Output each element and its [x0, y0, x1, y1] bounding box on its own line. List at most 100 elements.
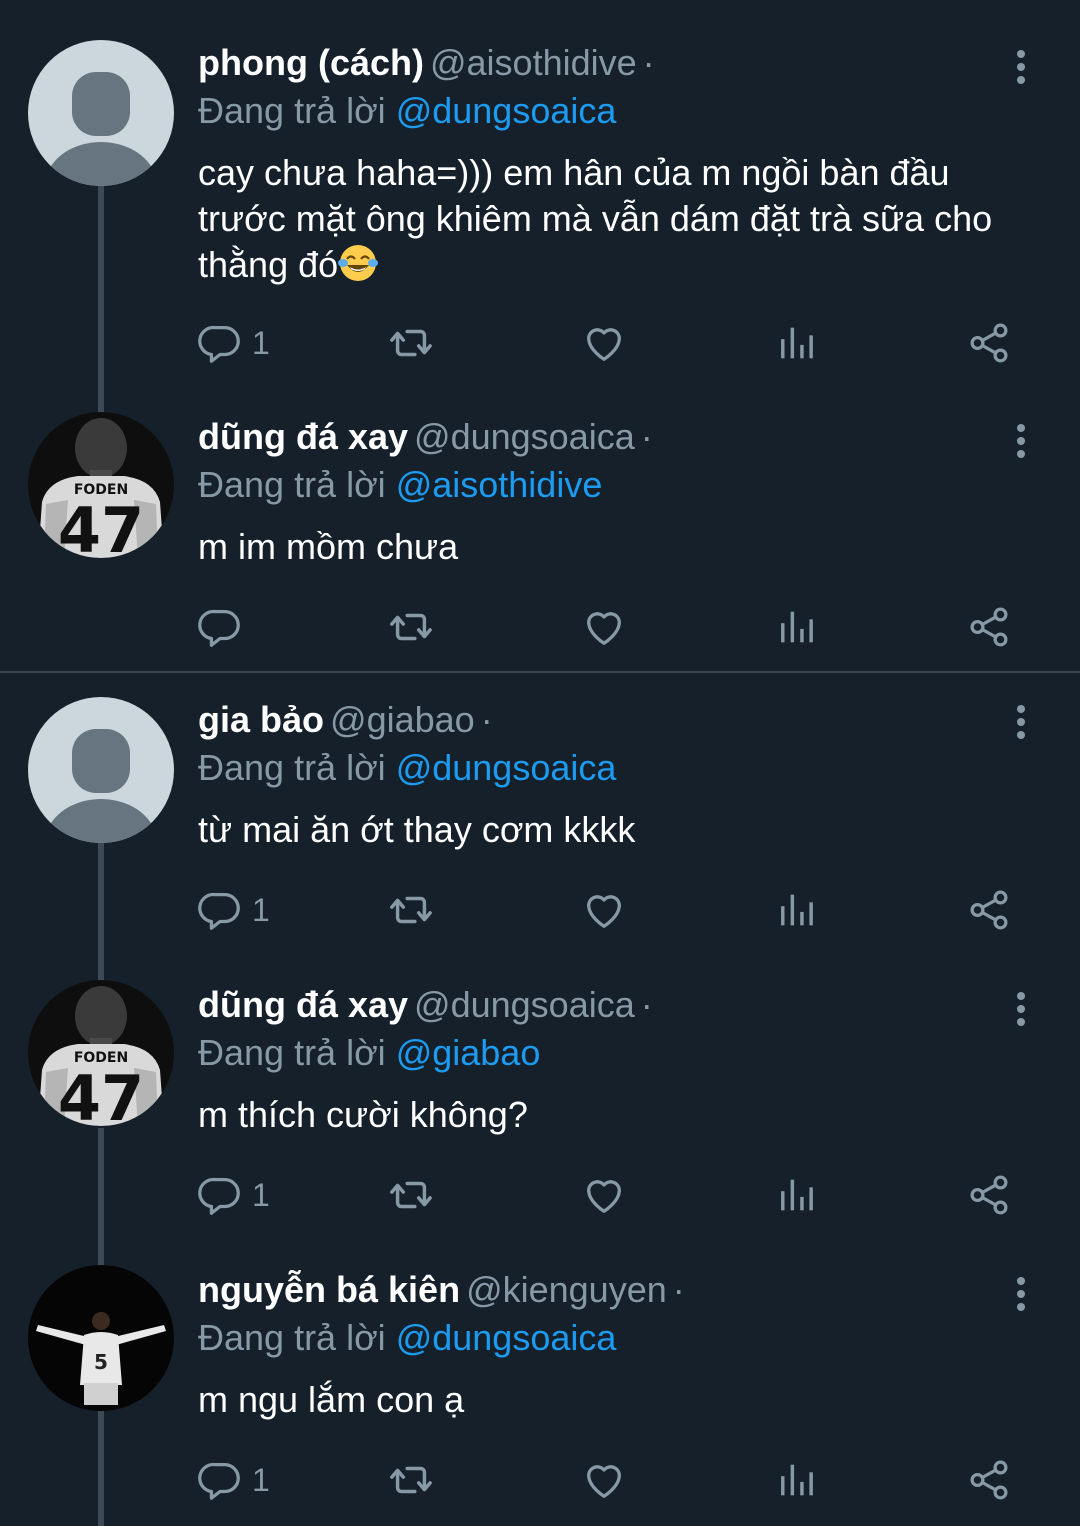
like-button[interactable] — [581, 602, 627, 652]
jersey-number: 47 — [58, 494, 144, 558]
like-icon — [581, 887, 627, 933]
user-handle[interactable]: @giabao — [330, 699, 475, 740]
reply-icon — [198, 320, 244, 366]
avatar-default[interactable] — [28, 40, 174, 186]
retweet-button[interactable] — [388, 318, 434, 368]
tweet-text: m thích cười không? — [198, 1094, 528, 1135]
share-icon — [966, 887, 1012, 933]
mention-link[interactable]: @giabao — [396, 1032, 541, 1073]
like-icon — [581, 604, 627, 650]
avatar-jersey[interactable]: FODEN 47 — [28, 980, 174, 1126]
user-handle[interactable]: @dungsoaica — [414, 416, 635, 457]
retweet-icon — [388, 1457, 434, 1503]
views-button[interactable] — [773, 1455, 819, 1505]
retweet-icon — [388, 1172, 434, 1218]
like-icon — [581, 1172, 627, 1218]
thread-line — [98, 1411, 104, 1526]
like-button[interactable] — [581, 1455, 627, 1505]
retweet-button[interactable] — [388, 1170, 434, 1220]
separator-dot: · — [640, 984, 653, 1025]
tweet-4[interactable]: FODEN 47 dũng đá xay @dungsoaica · Đang tr… — [0, 968, 1080, 1268]
display-name[interactable]: nguyễn bá kiên — [198, 1269, 460, 1310]
like-button[interactable] — [581, 1170, 627, 1220]
tweet-header: phong (cách) @aisothidive · — [198, 38, 655, 88]
tweet-actions: 1 — [198, 885, 1028, 935]
display-name[interactable]: gia bảo — [198, 699, 324, 740]
mention-link[interactable]: @aisothidive — [396, 464, 603, 505]
display-name[interactable]: phong (cách) — [198, 42, 424, 83]
mention-link[interactable]: @dungsoaica — [396, 747, 617, 788]
tweet-header: gia bảo @giabao · — [198, 695, 493, 745]
retweet-icon — [388, 320, 434, 366]
like-icon — [581, 320, 627, 366]
user-handle[interactable]: @aisothidive — [430, 42, 637, 83]
views-button[interactable] — [773, 318, 819, 368]
reply-button[interactable]: 1 — [198, 885, 270, 935]
avatar-player[interactable]: 5 — [28, 1265, 174, 1411]
jersey-number: 47 — [58, 1062, 144, 1126]
views-button[interactable] — [773, 1170, 819, 1220]
thread-line — [98, 186, 104, 414]
views-icon — [773, 604, 819, 650]
tweet-actions: 1 — [198, 1455, 1028, 1505]
display-name[interactable]: dũng đá xay — [198, 984, 408, 1025]
more-icon[interactable] — [1004, 986, 1038, 1032]
retweet-icon — [388, 604, 434, 650]
tweet-text-body: cay chưa haha=))) em hân của m ngồi bàn … — [198, 152, 993, 285]
reply-icon — [198, 604, 244, 650]
reply-count: 1 — [252, 1461, 270, 1498]
reply-button[interactable] — [198, 602, 252, 652]
tweet-5[interactable]: 5 nguyễn bá kiên @kienguyen · Đang trả lời… — [0, 1253, 1080, 1526]
separator-dot: · — [480, 699, 493, 740]
tweet-header: nguyễn bá kiên @kienguyen · — [198, 1265, 685, 1315]
tweet-text: từ mai ăn ớt thay cơm kkkk — [198, 809, 636, 850]
share-icon — [966, 1457, 1012, 1503]
more-icon[interactable] — [1004, 44, 1038, 90]
share-button[interactable] — [966, 885, 1012, 935]
tweet-actions — [198, 602, 1028, 652]
share-button[interactable] — [966, 1455, 1012, 1505]
reply-button[interactable]: 1 — [198, 1170, 270, 1220]
more-icon[interactable] — [1004, 1271, 1038, 1317]
replying-to-label: Đang trả lời — [198, 464, 386, 505]
tweet-1[interactable]: phong (cách) @aisothidive · Đang trả lời @d… — [0, 0, 1080, 414]
reply-icon — [198, 1172, 244, 1218]
like-button[interactable] — [581, 885, 627, 935]
reply-count: 1 — [252, 1176, 270, 1213]
retweet-button[interactable] — [388, 602, 434, 652]
reply-count: 1 — [252, 891, 270, 928]
replying-to: Đang trả lời @dungsoaica — [198, 1313, 616, 1363]
tweet-actions: 1 — [198, 1170, 1028, 1220]
user-handle[interactable]: @kienguyen — [466, 1269, 667, 1310]
retweet-button[interactable] — [388, 1455, 434, 1505]
tweet-2[interactable]: FODEN 47 dũng đá xay @dungsoaica · Đang tr… — [0, 400, 1080, 670]
user-handle[interactable]: @dungsoaica — [414, 984, 635, 1025]
tweet-header: dũng đá xay @dungsoaica · — [198, 980, 653, 1030]
more-icon[interactable] — [1004, 699, 1038, 745]
mention-link[interactable]: @dungsoaica — [396, 1317, 617, 1358]
more-icon[interactable] — [1004, 418, 1038, 464]
like-button[interactable] — [581, 318, 627, 368]
tweet-actions: 1 — [198, 318, 1028, 368]
share-button[interactable] — [966, 602, 1012, 652]
views-button[interactable] — [773, 885, 819, 935]
mention-link[interactable]: @dungsoaica — [396, 90, 617, 131]
tweet-3[interactable]: gia bảo @giabao · Đang trả lời @dungsoaica … — [0, 673, 1080, 983]
views-icon — [773, 1172, 819, 1218]
views-button[interactable] — [773, 602, 819, 652]
views-icon — [773, 1457, 819, 1503]
reply-icon — [198, 1457, 244, 1503]
retweet-button[interactable] — [388, 885, 434, 935]
avatar-default[interactable] — [28, 697, 174, 843]
reply-button[interactable]: 1 — [198, 1455, 270, 1505]
share-button[interactable] — [966, 318, 1012, 368]
replying-to: Đang trả lời @giabao — [198, 1028, 540, 1078]
tweet-text: m im mồm chưa — [198, 526, 459, 567]
reply-button[interactable]: 1 — [198, 318, 270, 368]
views-icon — [773, 320, 819, 366]
avatar-jersey[interactable]: FODEN 47 — [28, 412, 174, 558]
share-button[interactable] — [966, 1170, 1012, 1220]
share-icon — [966, 604, 1012, 650]
display-name[interactable]: dũng đá xay — [198, 416, 408, 457]
replying-to-label: Đang trả lời — [198, 747, 386, 788]
